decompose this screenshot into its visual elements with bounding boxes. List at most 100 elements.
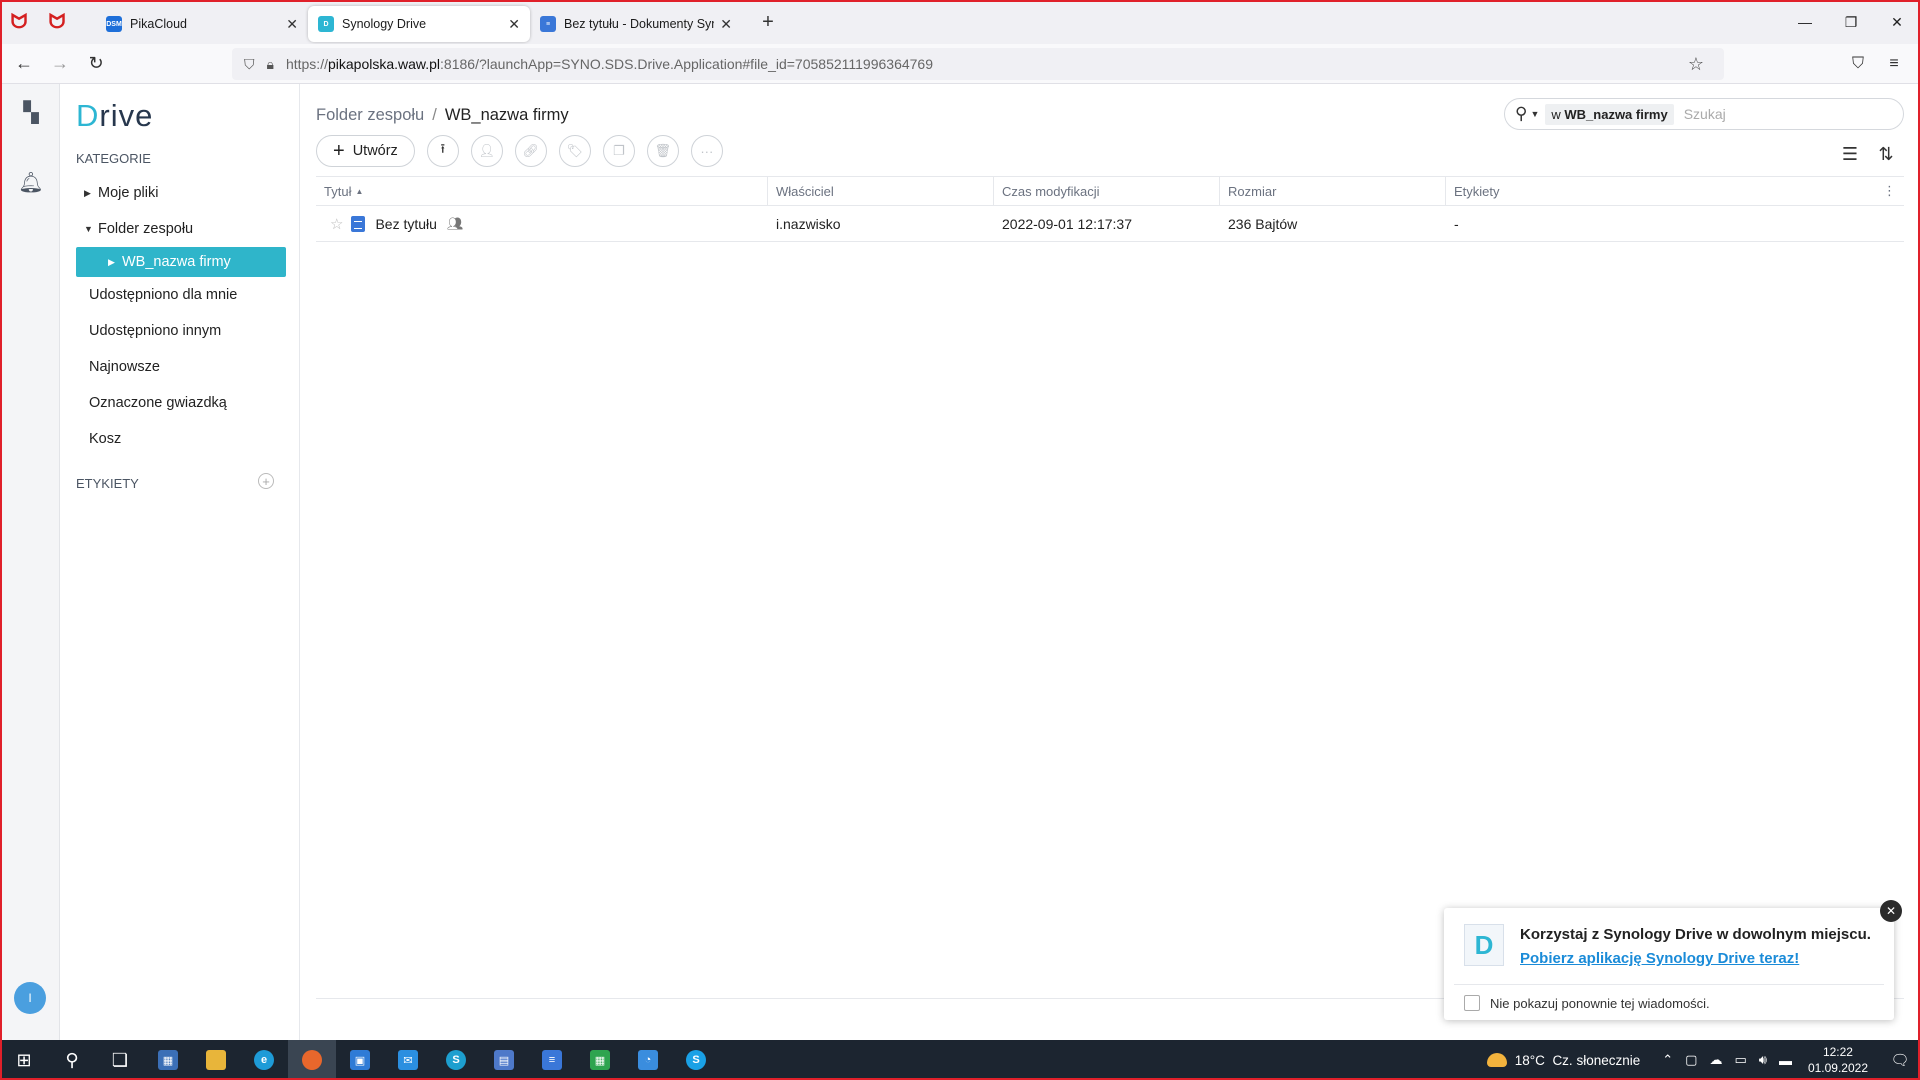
column-menu-icon[interactable]: ⋮ — [1883, 183, 1896, 199]
browser-tab-strip: ᗢ ᗢ DSM PikaCloud ✕ D Synology Drive ✕ ≡… — [0, 0, 1920, 44]
taskbar: ⊞ ⚲ ❏ ▦ e ▣ ✉ S ▤ ≡ ▦ ◔ S 18°C Cz. słone… — [0, 1040, 1920, 1080]
cloud-icon[interactable]: ☁ — [1709, 1052, 1722, 1068]
chevron-down-icon[interactable]: ▼ — [1530, 109, 1539, 119]
link-icon[interactable]: 🔗︎ — [514, 135, 547, 167]
restore-icon[interactable]: ❐ — [1828, 0, 1874, 44]
chat-icon[interactable]: ◔ — [624, 1040, 672, 1080]
sidebar-item-starred[interactable]: Oznaczone gwiazdką — [76, 388, 286, 418]
close-icon[interactable]: ✕ — [508, 16, 520, 33]
upload-icon[interactable]: ⭱ — [426, 135, 459, 167]
download-app-link[interactable]: Pobierz aplikację Synology Drive teraz! — [1520, 950, 1799, 967]
chevron-up-icon[interactable]: ⌃ — [1662, 1052, 1673, 1068]
file-owner: i.nazwisko — [776, 215, 841, 232]
windows-start-icon[interactable]: ⊞ — [0, 1040, 48, 1080]
bell-icon[interactable]: 🔔︎ — [2, 160, 60, 204]
search-scope: w WB_nazwa firmy — [1545, 103, 1674, 125]
sidebar-item-trash[interactable]: Kosz — [76, 424, 286, 454]
close-window-icon[interactable]: ✕ — [1874, 0, 1920, 44]
add-label-icon[interactable]: + — [258, 473, 274, 489]
forward-icon[interactable]: → — [42, 48, 78, 80]
search-icon[interactable]: ⚲ — [1515, 104, 1527, 124]
column-title[interactable]: Tytuł ▲ — [316, 177, 768, 205]
pinned-tab-2[interactable]: ᗢ — [38, 0, 76, 44]
sidebar-item-wb-folder[interactable]: ▶ WB_nazwa firmy — [76, 247, 286, 277]
search-icon[interactable]: ⚲ — [48, 1040, 96, 1080]
copy-icon[interactable]: ❐ — [602, 135, 635, 167]
dont-show-checkbox[interactable] — [1464, 995, 1480, 1011]
synology-sheets-icon[interactable]: ▦ — [576, 1040, 624, 1080]
column-size[interactable]: Rozmiar — [1220, 177, 1446, 205]
notification-icon[interactable]: 🗨︎ — [1880, 1051, 1920, 1069]
sidebar-item-team-folder[interactable]: ▼ Folder zespołu — [76, 214, 286, 244]
pinned-tab-1[interactable]: ᗢ — [0, 0, 38, 44]
mail-icon[interactable]: ✉ — [384, 1040, 432, 1080]
weather-icon — [1486, 1053, 1507, 1067]
sort-icon[interactable]: ⇅ — [1868, 140, 1904, 168]
main-content: Folder zespołu / WB_nazwa firmy ⚲ ▼ w WB_n… — [316, 84, 1904, 1040]
view-controls: ☰ ⇅ — [1832, 140, 1904, 168]
address-bar[interactable]: ⛉ 🔒︎ https://pikapolska.waw.pl:8186/?lau… — [232, 48, 1724, 80]
shield-icon[interactable]: ⛉ — [244, 56, 255, 73]
tag-icon[interactable]: 🏷︎ — [558, 135, 591, 167]
promo-title: Korzystaj z Synology Drive w dowolnym mi… — [1520, 926, 1871, 943]
firefox-icon[interactable] — [288, 1040, 336, 1080]
column-labels[interactable]: Etykiety ⋮ — [1446, 177, 1904, 205]
network-icon[interactable]: ▭ — [1734, 1052, 1746, 1068]
new-tab-button[interactable]: + — [750, 4, 786, 40]
close-icon[interactable]: ✕ — [720, 16, 732, 33]
calculator-icon[interactable]: ▦ — [144, 1040, 192, 1080]
tab-document[interactable]: ≡ Bez tytułu - Dokumenty Synolo ✕ — [530, 6, 742, 42]
dont-show-label[interactable]: Nie pokazuj ponownie tej wiadomości. — [1490, 996, 1710, 1011]
sidebar-item-label: Najnowsze — [89, 359, 160, 375]
sidebar-item-my-files[interactable]: ▶ Moje pliki — [76, 178, 286, 208]
tab-pikacloud[interactable]: DSM PikaCloud ✕ — [96, 6, 308, 42]
list-view-icon[interactable]: ☰ — [1832, 140, 1868, 168]
close-icon[interactable]: ✕ — [1880, 900, 1902, 922]
close-icon[interactable]: ✕ — [286, 16, 298, 33]
pocket-icon[interactable]: ⛉ — [1840, 48, 1876, 80]
clock[interactable]: 12:22 01.09.2022 — [1808, 1044, 1868, 1076]
apps-grid-icon[interactable]: ▚ — [2, 90, 60, 134]
weather-widget[interactable]: 18°C Cz. słonecznie — [1486, 1053, 1640, 1068]
search-box[interactable]: ⚲ ▼ w WB_nazwa firmy Szukaj — [1504, 98, 1904, 130]
avatar[interactable]: I — [14, 982, 46, 1014]
caret-right-icon[interactable]: ▶ — [108, 257, 122, 268]
synology-docs-icon[interactable]: ≡ — [528, 1040, 576, 1080]
breadcrumb-parent[interactable]: Folder zespołu — [316, 106, 424, 124]
create-button[interactable]: + Utwórz — [316, 135, 415, 167]
table-row[interactable]: ☆ Bez tytułu 👥︎ i.nazwisko 2022-09-01 12… — [316, 206, 1904, 242]
skype-icon[interactable]: S — [672, 1040, 720, 1080]
more-icon[interactable]: ··· — [690, 135, 723, 167]
star-icon[interactable]: ☆ — [330, 215, 343, 233]
network-app-icon[interactable]: S — [432, 1040, 480, 1080]
task-view-icon[interactable]: ❏ — [96, 1040, 144, 1080]
caret-right-icon[interactable]: ▶ — [84, 188, 98, 199]
volume-icon[interactable]: 🔊︎ — [1759, 1052, 1767, 1068]
search-input[interactable]: Szukaj — [1684, 106, 1726, 122]
column-modified[interactable]: Czas modyfikacji — [994, 177, 1220, 205]
reload-icon[interactable]: ↻ — [78, 48, 114, 80]
dsm-icon: DSM — [106, 16, 122, 32]
store-icon[interactable]: ▣ — [336, 1040, 384, 1080]
lock-icon[interactable]: 🔒︎ — [267, 56, 274, 73]
file-explorer-icon[interactable] — [192, 1040, 240, 1080]
share-user-icon[interactable]: 👤︎ — [470, 135, 503, 167]
meet-icon[interactable]: ▢ — [1685, 1052, 1697, 1068]
tab-synology-drive[interactable]: D Synology Drive ✕ — [308, 6, 530, 42]
document-icon: ≡ — [540, 16, 556, 32]
minimize-icon[interactable]: — — [1782, 0, 1828, 44]
battery-icon[interactable]: ▬ — [1779, 1053, 1792, 1068]
back-icon[interactable]: ← — [6, 48, 42, 80]
sidebar-item-shared-with-others[interactable]: Udostępniono innym — [76, 316, 286, 346]
breadcrumb-separator: / — [432, 106, 437, 124]
column-owner[interactable]: Właściciel — [768, 177, 994, 205]
caret-down-icon[interactable]: ▼ — [84, 224, 98, 234]
sidebar-item-shared-with-me[interactable]: Udostępniono dla mnie — [76, 280, 286, 310]
sidebar-item-recent[interactable]: Najnowsze — [76, 352, 286, 382]
trash-icon[interactable]: 🗑︎ — [646, 135, 679, 167]
bookmark-star-icon[interactable]: ☆ — [1688, 54, 1704, 75]
edge-icon[interactable]: e — [240, 1040, 288, 1080]
menu-icon[interactable]: ≡ — [1876, 48, 1912, 80]
file-title[interactable]: Bez tytułu — [375, 216, 436, 232]
document-viewer-icon[interactable]: ▤ — [480, 1040, 528, 1080]
